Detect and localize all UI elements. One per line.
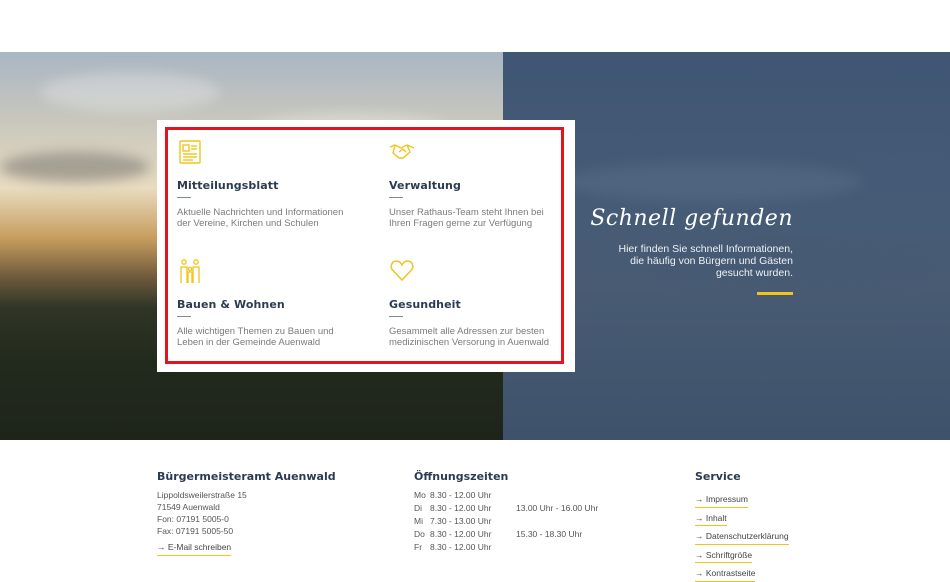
address-fax: Fax: 07191 5005-50 — [157, 526, 234, 536]
hours-morning: 8.30 - 12.00 Uhr — [430, 542, 492, 552]
tile-title[interactable]: Bauen & Wohnen — [177, 298, 337, 311]
hours-day: Fr — [414, 542, 423, 552]
hours-row: Mi 7.30 - 13.00 Uhr — [414, 515, 598, 528]
email-link[interactable]: → E-Mail schreiben — [157, 541, 232, 556]
footer-hours: Öffnungszeiten Mo 8.30 - 12.00 Uhr Di 8.30… — [414, 470, 598, 554]
hours-morning: 7.30 - 13.00 Uhr — [430, 516, 492, 526]
footer-address-title: Bürgermeisteramt Auenwald — [157, 470, 336, 483]
title-underline — [389, 197, 403, 198]
service-link-inhalt[interactable]: → Inhalt — [695, 512, 727, 526]
tile-bauen-wohnen[interactable]: Bauen & Wohnen Alle wichtigen Themen zu … — [177, 258, 337, 348]
quickfind-line: gesucht wurden. — [715, 267, 793, 279]
footer-hours-title: Öffnungszeiten — [414, 470, 509, 483]
hours-day: Do — [414, 529, 425, 539]
service-link-schriftgroesse[interactable]: → Schriftgröße — [695, 549, 753, 563]
quickfind-line: die häufig von Bürgern und Gästen — [630, 255, 793, 267]
tile-description: Alle wichtigen Themen zu Bauen und Leben… — [177, 326, 334, 348]
hours-day: Mo — [414, 490, 426, 500]
hours-morning: 8.30 - 12.00 Uhr — [430, 503, 492, 513]
address-street: Lippoldsweilerstraße 15 — [157, 490, 247, 500]
tile-verwaltung[interactable]: Verwaltung Unser Rathaus-Team steht Ihne… — [389, 139, 557, 229]
tile-title[interactable]: Mitteilungsblatt — [177, 179, 357, 192]
hours-morning: 8.30 - 12.00 Uhr — [430, 529, 492, 539]
footer-service-title: Service — [695, 470, 741, 483]
quickfind-text: Hier finden Sie schnell Informationen, d… — [590, 243, 793, 279]
family-icon — [180, 259, 200, 283]
hours-day: Di — [414, 503, 423, 513]
footer-address: Bürgermeisteramt Auenwald Lippoldsweiler… — [157, 470, 336, 556]
handshake-icon — [389, 144, 415, 159]
hours-row: Di 8.30 - 12.00 Uhr 13.00 Uhr - 16.00 Uhr — [414, 502, 598, 515]
footer-service: Service → Impressum → Inhalt → Datenschu… — [695, 470, 789, 582]
tile-mitteilungsblatt[interactable]: Mitteilungsblatt Aktuelle Nachrichten un… — [177, 139, 357, 229]
tile-description: Gesammelt alle Adressen zur besten mediz… — [389, 326, 550, 348]
tile-title[interactable]: Gesundheit — [389, 298, 557, 311]
hours-afternoon: 13.00 Uhr - 16.00 Uhr — [516, 503, 599, 513]
address-phone: Fon: 07191 5005-0 — [157, 514, 229, 524]
newspaper-icon — [179, 140, 201, 164]
service-link-kontrastseite[interactable]: → Kontrastseite — [695, 567, 756, 582]
accent-bar — [757, 292, 793, 295]
quickfind-title: Schnell gefunden — [590, 206, 793, 231]
tile-title[interactable]: Verwaltung — [389, 179, 557, 192]
tile-description: Aktuelle Nachrichten und Informationen d… — [177, 207, 344, 229]
title-underline — [177, 316, 191, 317]
quickfind-line: Hier finden Sie schnell Informationen, — [618, 243, 793, 255]
title-underline — [177, 197, 191, 198]
heart-icon — [390, 260, 414, 282]
hours-row: Do 8.30 - 12.00 Uhr 15.30 - 18.30 Uhr — [414, 528, 598, 541]
tile-description: Unser Rathaus-Team steht Ihnen bei Ihren… — [389, 207, 544, 229]
hours-row: Mo 8.30 - 12.00 Uhr — [414, 489, 598, 502]
hours-day: Mi — [414, 516, 423, 526]
address-city: 71549 Auenwald — [157, 502, 220, 512]
service-link-datenschutz[interactable]: → Datenschutzerklärung — [695, 530, 789, 545]
quickfind-box: Schnell gefunden Hier finden Sie schnell… — [590, 206, 793, 295]
title-underline — [389, 316, 403, 317]
tile-gesundheit[interactable]: Gesundheit Gesammelt alle Adressen zur b… — [389, 258, 557, 348]
service-link-impressum[interactable]: → Impressum — [695, 493, 748, 508]
hours-afternoon: 15.30 - 18.30 Uhr — [516, 529, 583, 539]
hours-row: Fr 8.30 - 12.00 Uhr — [414, 541, 598, 554]
hours-morning: 8.30 - 12.00 Uhr — [430, 490, 492, 500]
